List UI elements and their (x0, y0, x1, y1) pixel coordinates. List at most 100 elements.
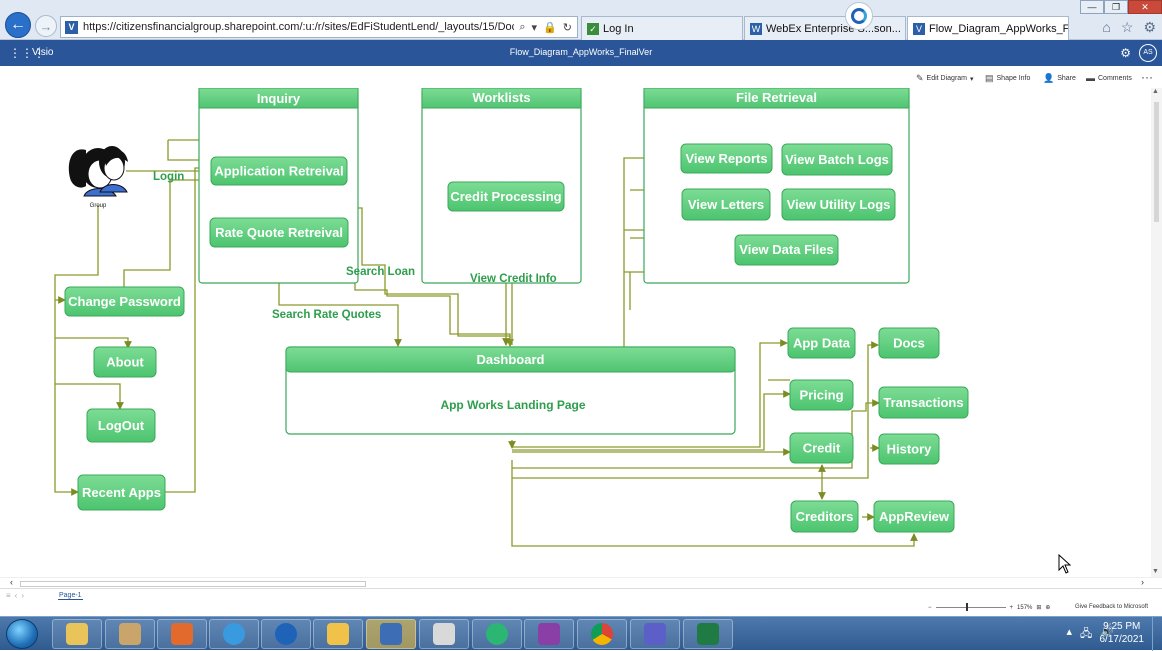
outlook-button[interactable] (313, 619, 363, 649)
gear-icon[interactable]: ⚙ (1143, 19, 1156, 36)
show-desktop-button[interactable] (1152, 617, 1162, 651)
tab-flow-diagram[interactable]: V Flow_Diagram_AppWorks_F... × (907, 16, 1069, 40)
scroll-down-icon[interactable]: ▼ (1152, 568, 1159, 575)
scroll-left-icon[interactable]: ‹ (10, 577, 13, 587)
mouse-cursor-icon (1058, 554, 1072, 574)
page-nav-arrows[interactable]: ≡‹› (6, 591, 28, 600)
tab-login[interactable]: ✓ Log In (581, 16, 743, 40)
node-credit-processing[interactable]: Credit Processing (447, 181, 565, 212)
webex-share-icon[interactable] (845, 2, 873, 30)
scroll-thumb[interactable] (1154, 102, 1159, 222)
active-app-button[interactable] (366, 619, 416, 649)
network-icon[interactable]: 🖧 (1080, 625, 1092, 644)
dropdown-icon[interactable]: ▾ (532, 21, 538, 34)
tab-favicon-icon: ✓ (587, 22, 599, 35)
node-view-letters[interactable]: View Letters (681, 188, 771, 221)
start-button[interactable] (6, 619, 38, 649)
node-transactions[interactable]: Transactions (878, 386, 969, 419)
paint-button[interactable] (105, 619, 155, 649)
zoom-level[interactable]: 157% (1017, 605, 1032, 611)
folder-icon (66, 623, 88, 645)
zoom-slider[interactable] (935, 603, 1006, 611)
node-logout[interactable]: LogOut (86, 408, 156, 443)
zoom-out-icon[interactable]: − (928, 605, 932, 611)
node-recent-apps[interactable]: Recent Apps (77, 474, 166, 511)
share-button[interactable]: 👤 Share (1043, 73, 1076, 84)
node-history[interactable]: History (878, 433, 940, 465)
scissors-icon (433, 623, 455, 645)
clock-date: 6/17/2021 (1099, 634, 1145, 645)
tab-webex[interactable]: W WebEx Enterprise S...son... (744, 16, 906, 40)
shape-info-label: Shape Info (996, 75, 1031, 82)
connector (123, 176, 212, 288)
back-button[interactable]: ← (5, 12, 31, 38)
scroll-thumb[interactable] (20, 581, 366, 587)
node-appreview[interactable]: AppReview (873, 500, 955, 533)
forward-button[interactable]: → (35, 15, 57, 37)
node-view-reports[interactable]: View Reports (680, 143, 773, 174)
flow-diagram[interactable]: Inquiry Worklists File Retrieval Dashboa… (0, 88, 1152, 577)
zoom-in-icon[interactable]: + (1010, 605, 1014, 611)
node-label: View Utility Logs (787, 197, 891, 212)
scroll-right-icon[interactable]: › (1141, 577, 1144, 587)
tray-expand-icon[interactable]: ▴ (1067, 625, 1073, 644)
browser-chrome: ← → V https://citizensfinancialgroup.sha… (0, 0, 1162, 40)
node-pricing[interactable]: Pricing (789, 379, 854, 411)
node-creditors[interactable]: Creditors (790, 500, 859, 533)
skype-button[interactable] (472, 619, 522, 649)
teams-button[interactable] (630, 619, 680, 649)
dashboard-node[interactable]: Dashboard App Works Landing Page (285, 346, 736, 435)
node-application-retreival[interactable]: Application Retreival (210, 156, 348, 186)
address-bar[interactable]: V https://citizensfinancialgroup.sharepo… (60, 16, 578, 38)
edit-diagram-button[interactable]: ✎ Edit Diagram ▾ (916, 73, 974, 84)
chrome-button[interactable] (577, 619, 627, 649)
diagram-canvas[interactable]: Inquiry Worklists File Retrieval Dashboa… (0, 88, 1162, 577)
document-title[interactable]: Flow_Diagram_AppWorks_FinalVer (0, 47, 1162, 57)
taskbar: ▴ 🖧 🔊 9:25 PM 6/17/2021 (0, 616, 1162, 651)
node-label: AppReview (879, 509, 950, 524)
vertical-scrollbar[interactable]: ▲ ▼ (1151, 88, 1162, 577)
node-rate-quote-retreival[interactable]: Rate Quote Retreival (209, 217, 349, 248)
container-title: File Retrieval (736, 90, 817, 105)
file-explorer-button[interactable] (52, 619, 102, 649)
home-icon[interactable]: ⌂ (1102, 19, 1110, 36)
favorites-star-icon[interactable]: ☆ (1121, 19, 1134, 36)
tab-page-1[interactable]: Page-1 (58, 592, 83, 600)
node-app-data[interactable]: App Data (787, 327, 856, 359)
webex-button[interactable] (261, 619, 311, 649)
more-options-icon[interactable]: ··· (1141, 70, 1153, 84)
onenote-button[interactable] (524, 619, 574, 649)
refresh-icon[interactable]: ↻ (563, 21, 572, 34)
horizontal-scrollbar[interactable]: ‹ › (0, 577, 1162, 588)
node-view-utility-logs[interactable]: View Utility Logs (781, 188, 896, 221)
avatar[interactable]: AS (1139, 44, 1157, 62)
node-docs[interactable]: Docs (878, 327, 940, 359)
shape-info-button[interactable]: ▤ Shape Info (985, 73, 1030, 84)
media-player-button[interactable] (157, 619, 207, 649)
internet-explorer-button[interactable] (209, 619, 259, 649)
node-label: Pricing (799, 388, 843, 403)
scroll-up-icon[interactable]: ▲ (1152, 88, 1159, 95)
settings-gear-icon[interactable]: ⚙ (1120, 46, 1131, 60)
fit-width-icon[interactable]: ⊕ (1045, 604, 1050, 611)
snipping-tool-button[interactable] (419, 619, 469, 649)
node-view-data-files[interactable]: View Data Files (734, 234, 839, 266)
container-title: Worklists (472, 90, 530, 105)
comments-button[interactable]: ▬ Comments (1086, 73, 1132, 83)
actor-group-icon[interactable]: Group (68, 146, 128, 209)
fit-page-icon[interactable]: ⊞ (1036, 604, 1041, 611)
restore-button[interactable]: ❐ (1104, 0, 1128, 14)
node-change-password[interactable]: Change Password (64, 286, 185, 317)
share-person-icon: 👤 (1043, 73, 1055, 83)
minimize-button[interactable]: — (1080, 0, 1104, 14)
node-label: Recent Apps (82, 485, 161, 500)
clock[interactable]: 9:25 PM 6/17/2021 (1100, 620, 1145, 646)
excel-button[interactable] (683, 619, 733, 649)
node-view-batch-logs[interactable]: View Batch Logs (781, 143, 893, 176)
tab-label: WebEx Enterprise S...son... (766, 22, 901, 35)
search-icon[interactable]: ⌕ (519, 21, 525, 34)
feedback-link[interactable]: Give Feedback to Microsoft (1075, 604, 1148, 610)
close-window-button[interactable]: ✕ (1128, 0, 1162, 14)
node-credit[interactable]: Credit (789, 432, 854, 464)
node-about[interactable]: About (93, 346, 157, 378)
